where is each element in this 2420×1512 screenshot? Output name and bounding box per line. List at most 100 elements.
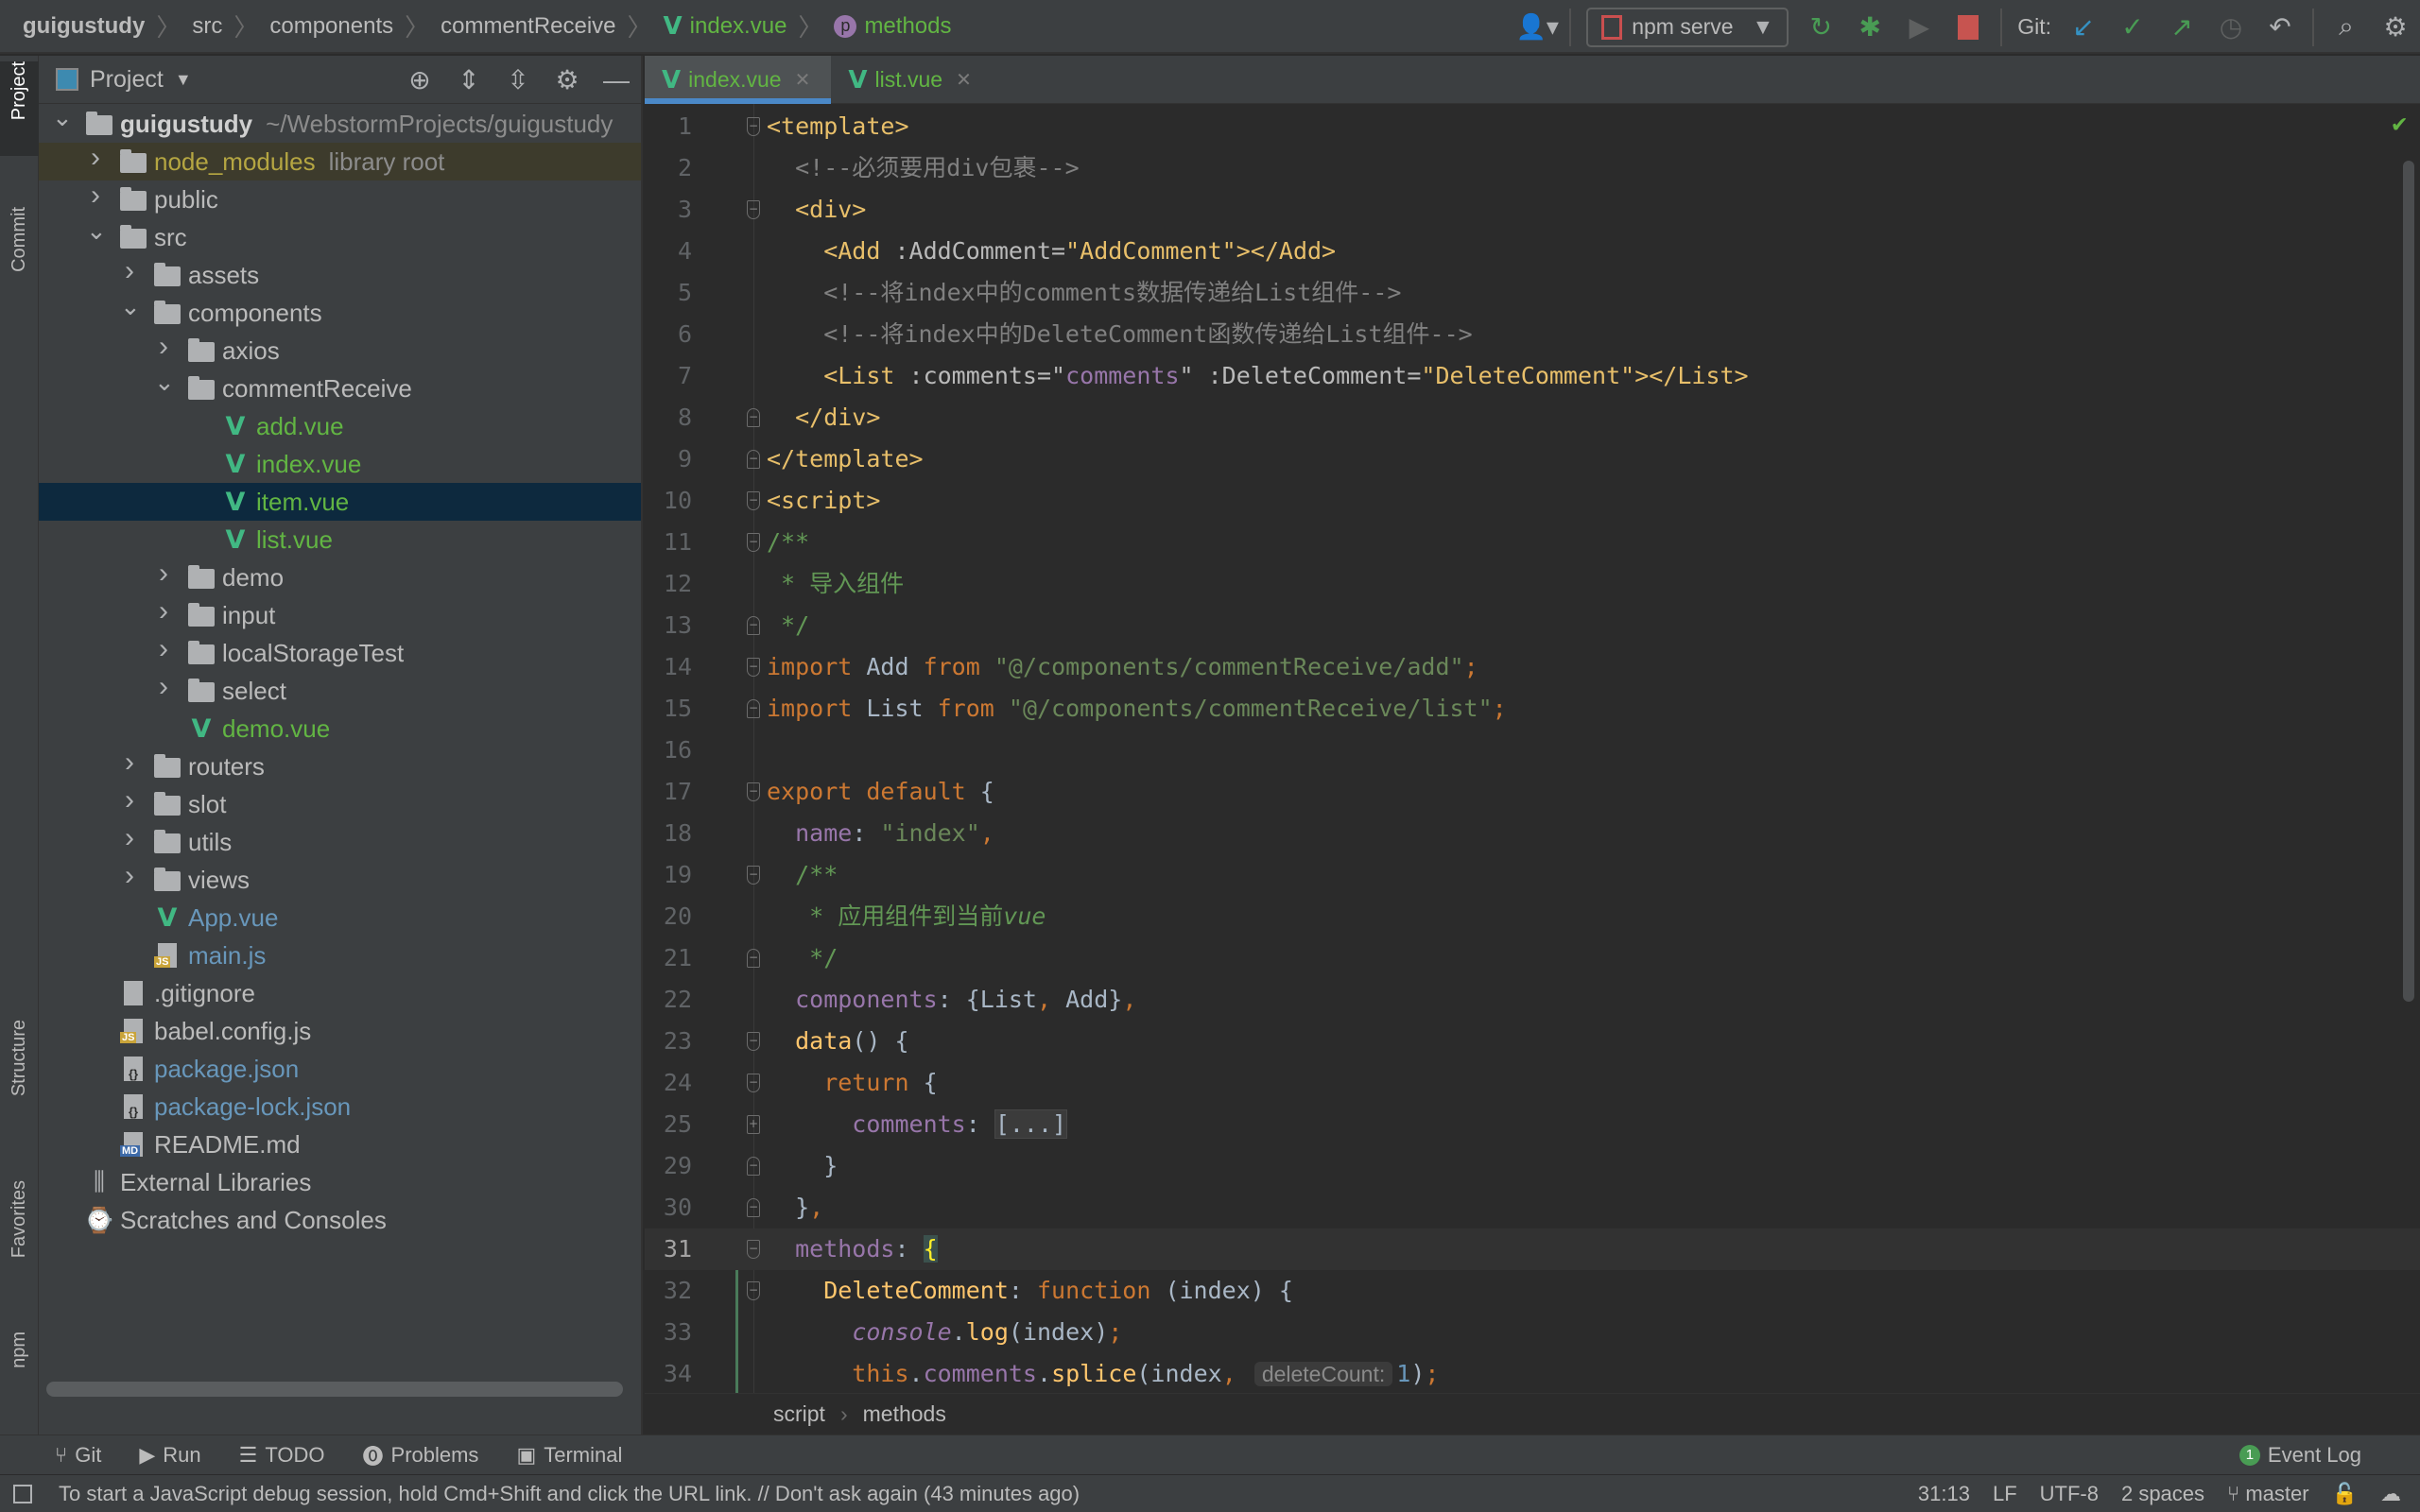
chevron-down-icon[interactable]: ⌄	[120, 292, 141, 321]
editor-crumb[interactable]: methods	[863, 1401, 946, 1427]
fold-collapse-icon[interactable]: −	[747, 1157, 760, 1176]
fold-collapse-icon[interactable]: −	[747, 1074, 760, 1092]
breadcrumb-item[interactable]: index.vue	[690, 13, 787, 40]
git-push-icon[interactable]: ↗	[2157, 0, 2206, 54]
tree-item[interactable]: {} package-lock.json	[39, 1088, 641, 1125]
rerun-icon[interactable]: ↻	[1796, 0, 1845, 54]
search-icon[interactable]: ⌕	[2322, 0, 2371, 54]
tree-item[interactable]: › utils	[39, 822, 641, 861]
vertical-scrollbar[interactable]	[2403, 161, 2414, 1002]
fold-collapse-icon[interactable]: −	[747, 866, 760, 885]
chevron-right-icon[interactable]: ›	[120, 255, 139, 287]
fold-collapse-icon[interactable]: −	[747, 699, 760, 718]
tree-item[interactable]: › slot	[39, 784, 641, 823]
stop-icon[interactable]	[1944, 0, 1993, 54]
git-branch-widget[interactable]: ⑂ master	[2227, 1482, 2309, 1506]
chevron-right-icon[interactable]: ›	[154, 595, 173, 627]
tree-item[interactable]: ⌄ components	[39, 292, 641, 332]
tab-index-vue[interactable]: Vindex.vue ✕	[645, 56, 832, 104]
rollback-icon[interactable]: ↶	[2256, 0, 2305, 54]
fold-collapse-icon[interactable]: −	[747, 616, 760, 635]
breadcrumb-item[interactable]: guigustudy	[23, 13, 145, 40]
git-commit-icon[interactable]: ✓	[2108, 0, 2157, 54]
tree-item[interactable]: ⌚ Scratches and Consoles	[39, 1201, 641, 1239]
tree-item[interactable]: Vlist.vue	[39, 521, 641, 558]
tree-item[interactable]: Vdemo.vue	[39, 710, 641, 747]
fold-collapse-icon[interactable]: −	[747, 1240, 760, 1259]
line-separator[interactable]: LF	[1993, 1482, 2017, 1506]
chevron-down-icon[interactable]: ⌄	[86, 216, 107, 246]
fold-collapse-icon[interactable]: −	[747, 200, 760, 219]
fold-collapse-icon[interactable]: −	[747, 533, 760, 552]
fold-collapse-icon[interactable]: −	[747, 949, 760, 968]
chevron-right-icon[interactable]: ›	[120, 822, 139, 854]
tool-button-terminal[interactable]: ▣ Terminal	[516, 1440, 622, 1470]
breadcrumb-item[interactable]: src	[192, 13, 222, 40]
file-encoding[interactable]: UTF-8	[2040, 1482, 2099, 1506]
chevron-right-icon[interactable]: ›	[120, 860, 139, 892]
tool-tab-favorites[interactable]: Favorites	[0, 1180, 39, 1322]
coverage-icon[interactable]: ▶	[1894, 0, 1944, 54]
debug-icon[interactable]: ✱	[1845, 0, 1894, 54]
tool-tab-commit[interactable]: Commit	[0, 207, 39, 320]
fold-expand-icon[interactable]: +	[747, 1115, 760, 1134]
chevron-down-icon[interactable]: ⌄	[52, 103, 73, 132]
locate-icon[interactable]: ⊕	[395, 64, 444, 95]
chevron-right-icon[interactable]: ›	[154, 671, 173, 703]
chevron-right-icon[interactable]: ›	[86, 180, 105, 212]
fold-collapse-icon[interactable]: −	[747, 491, 760, 510]
tree-item[interactable]: › public	[39, 180, 641, 218]
tree-item[interactable]: › localStorageTest	[39, 633, 641, 672]
tree-item[interactable]: Vadd.vue	[39, 407, 641, 445]
chevron-right-icon[interactable]: ›	[120, 784, 139, 816]
expand-all-icon[interactable]: ⇕	[444, 64, 493, 95]
tree-item[interactable]: ⌄ src	[39, 216, 641, 256]
event-log-button[interactable]: 1 Event Log	[2238, 1443, 2361, 1468]
gear-icon[interactable]: ⚙	[2371, 0, 2420, 54]
no-problems-check-icon[interactable]: ✔	[2392, 110, 2407, 138]
folded-region[interactable]: [...]	[994, 1109, 1068, 1139]
collapse-all-icon[interactable]: ⇳	[493, 64, 543, 95]
fold-collapse-icon[interactable]: −	[747, 1281, 760, 1300]
chevron-right-icon[interactable]: ›	[154, 331, 173, 363]
close-icon[interactable]: ✕	[795, 68, 811, 92]
tree-item[interactable]: V App.vue	[39, 899, 641, 936]
close-icon[interactable]: ✕	[956, 68, 972, 92]
fold-collapse-icon[interactable]: −	[747, 450, 760, 469]
tree-item[interactable]: ⌄ guigustudy ~/WebstormProjects/guigustudy	[39, 103, 641, 143]
fold-collapse-icon[interactable]: −	[747, 1032, 760, 1051]
chevron-down-icon[interactable]: ⌄	[154, 368, 175, 397]
breadcrumb-item[interactable]: methods	[864, 13, 951, 40]
chevron-right-icon[interactable]: ›	[154, 558, 173, 590]
run-config-select[interactable]: npm serve ▼	[1586, 7, 1789, 47]
chevron-right-icon[interactable]: ›	[154, 633, 173, 665]
fold-collapse-icon[interactable]: −	[747, 782, 760, 801]
tree-item[interactable]: › assets	[39, 255, 641, 294]
breadcrumb-item[interactable]: commentReceive	[441, 13, 615, 40]
tree-item[interactable]: › node_modules library root	[39, 142, 641, 180]
tree-item[interactable]: › input	[39, 595, 641, 634]
chevron-right-icon[interactable]: ›	[86, 142, 105, 174]
fold-collapse-icon[interactable]: −	[747, 1198, 760, 1217]
history-icon[interactable]: ◷	[2206, 0, 2256, 54]
tree-item[interactable]: ⌄ commentReceive	[39, 368, 641, 407]
indent-setting[interactable]: 2 spaces	[2121, 1482, 2204, 1506]
tab-list-vue[interactable]: Vlist.vue ✕	[831, 56, 992, 104]
tree-item[interactable]: Vitem.vue	[39, 483, 641, 521]
tree-item[interactable]: › demo	[39, 558, 641, 596]
tool-tab-project[interactable]: Project	[0, 61, 39, 156]
fold-collapse-icon[interactable]: −	[747, 658, 760, 677]
breadcrumb-item[interactable]: components	[269, 13, 393, 40]
tool-button-git[interactable]: ⑂ Git	[55, 1440, 101, 1470]
fold-collapse-icon[interactable]: −	[747, 117, 760, 136]
inspection-icon[interactable]: ☁	[2380, 1482, 2401, 1506]
tool-button-todo[interactable]: ☰ TODO	[239, 1440, 325, 1470]
tree-item[interactable]: JS main.js	[39, 936, 641, 974]
status-message[interactable]: To start a JavaScript debug session, hol…	[59, 1482, 1080, 1506]
tree-item[interactable]: › routers	[39, 747, 641, 785]
tree-item[interactable]: .gitignore	[39, 974, 641, 1012]
tree-item[interactable]: Vindex.vue	[39, 445, 641, 483]
chevron-down-icon[interactable]: ▼	[175, 70, 192, 90]
code-editor[interactable]: 1− <template> 2 <!--必须要用div包裹--> 3− <div> 4 …	[645, 104, 2420, 1393]
editor-crumb[interactable]: script	[773, 1401, 825, 1427]
